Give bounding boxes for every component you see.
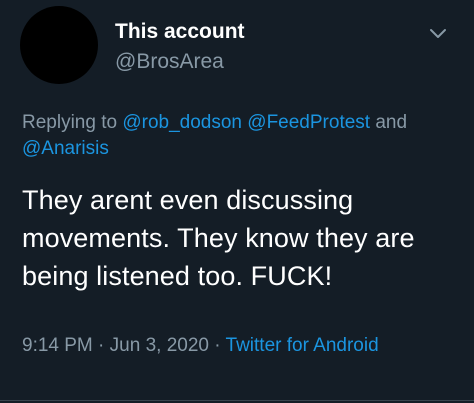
chevron-down-icon[interactable] [424, 20, 452, 48]
mention-conjunction: and [375, 112, 408, 133]
meta-separator: · [214, 335, 221, 356]
mention-link[interactable]: @rob_dodson [122, 112, 242, 133]
mention-link[interactable]: @Anarisis [22, 138, 109, 159]
mention-link[interactable]: @FeedProtest [247, 112, 370, 133]
tweet-card: This account @BrosArea Replying to @rob_… [0, 0, 474, 403]
tweet-time[interactable]: 9:14 PM [22, 335, 93, 356]
tweet-source-link[interactable]: Twitter for Android [226, 335, 379, 356]
author-handle[interactable]: @BrosArea [115, 50, 224, 74]
meta-separator: · [98, 335, 105, 356]
tweet-text: They arent even discussing movements. Th… [22, 185, 415, 291]
replying-to-label: Replying to [22, 112, 118, 133]
divider [0, 400, 474, 401]
author-display-name[interactable]: This account [115, 20, 245, 44]
tweet-date[interactable]: Jun 3, 2020 [110, 335, 209, 356]
replying-to: Replying to @rob_dodson @FeedProtest and… [22, 110, 462, 162]
tweet-meta: 9:14 PM · Jun 3, 2020 · Twitter for Andr… [22, 332, 462, 360]
avatar[interactable] [20, 6, 98, 84]
